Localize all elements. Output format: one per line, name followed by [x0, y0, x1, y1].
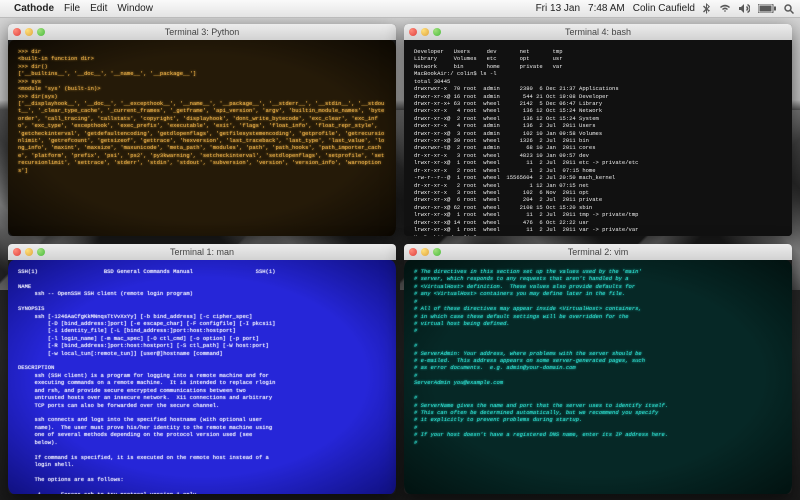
spotlight-icon[interactable] [784, 4, 794, 14]
menu-window[interactable]: Window [117, 3, 153, 14]
titlebar[interactable]: Terminal 3: Python [8, 24, 396, 40]
window-title: Terminal 2: vim [404, 247, 792, 257]
titlebar[interactable]: Terminal 2: vim [404, 244, 792, 260]
window-title: Terminal 3: Python [8, 27, 396, 37]
window-terminal-python[interactable]: Terminal 3: Python >>> dir <built-in fun… [8, 24, 396, 236]
menu-file[interactable]: File [64, 3, 80, 14]
menubar-user[interactable]: Colin Caufield [633, 3, 695, 14]
window-terminal-vim[interactable]: Terminal 2: vim # The directives in this… [404, 244, 792, 494]
menubar-date[interactable]: Fri 13 Jan [536, 3, 580, 14]
window-terminal-man[interactable]: Terminal 1: man SSH(1) BSD General Comma… [8, 244, 396, 494]
bluetooth-icon[interactable] [703, 3, 711, 14]
terminal-content[interactable]: SSH(1) BSD General Commands Manual SSH(1… [8, 260, 396, 494]
window-terminal-bash[interactable]: Terminal 4: bash Developer Users dev net… [404, 24, 792, 236]
battery-icon[interactable] [758, 4, 776, 13]
titlebar[interactable]: Terminal 4: bash [404, 24, 792, 40]
wifi-icon[interactable] [719, 4, 731, 13]
menubar-time[interactable]: 7:48 AM [588, 3, 625, 14]
menu-edit[interactable]: Edit [90, 3, 107, 14]
menubar: Cathode File Edit Window Fri 13 Jan 7:48… [0, 0, 800, 18]
app-menu[interactable]: Cathode [14, 3, 54, 14]
terminal-content[interactable]: Developer Users dev net tmp Library Volu… [404, 40, 792, 236]
window-title: Terminal 1: man [8, 247, 396, 257]
volume-icon[interactable] [739, 4, 750, 13]
terminal-content[interactable]: # The directives in this section set up … [404, 260, 792, 494]
titlebar[interactable]: Terminal 1: man [8, 244, 396, 260]
window-title: Terminal 4: bash [404, 27, 792, 37]
terminal-content[interactable]: >>> dir <built-in function dir> >>> dir(… [8, 40, 396, 236]
